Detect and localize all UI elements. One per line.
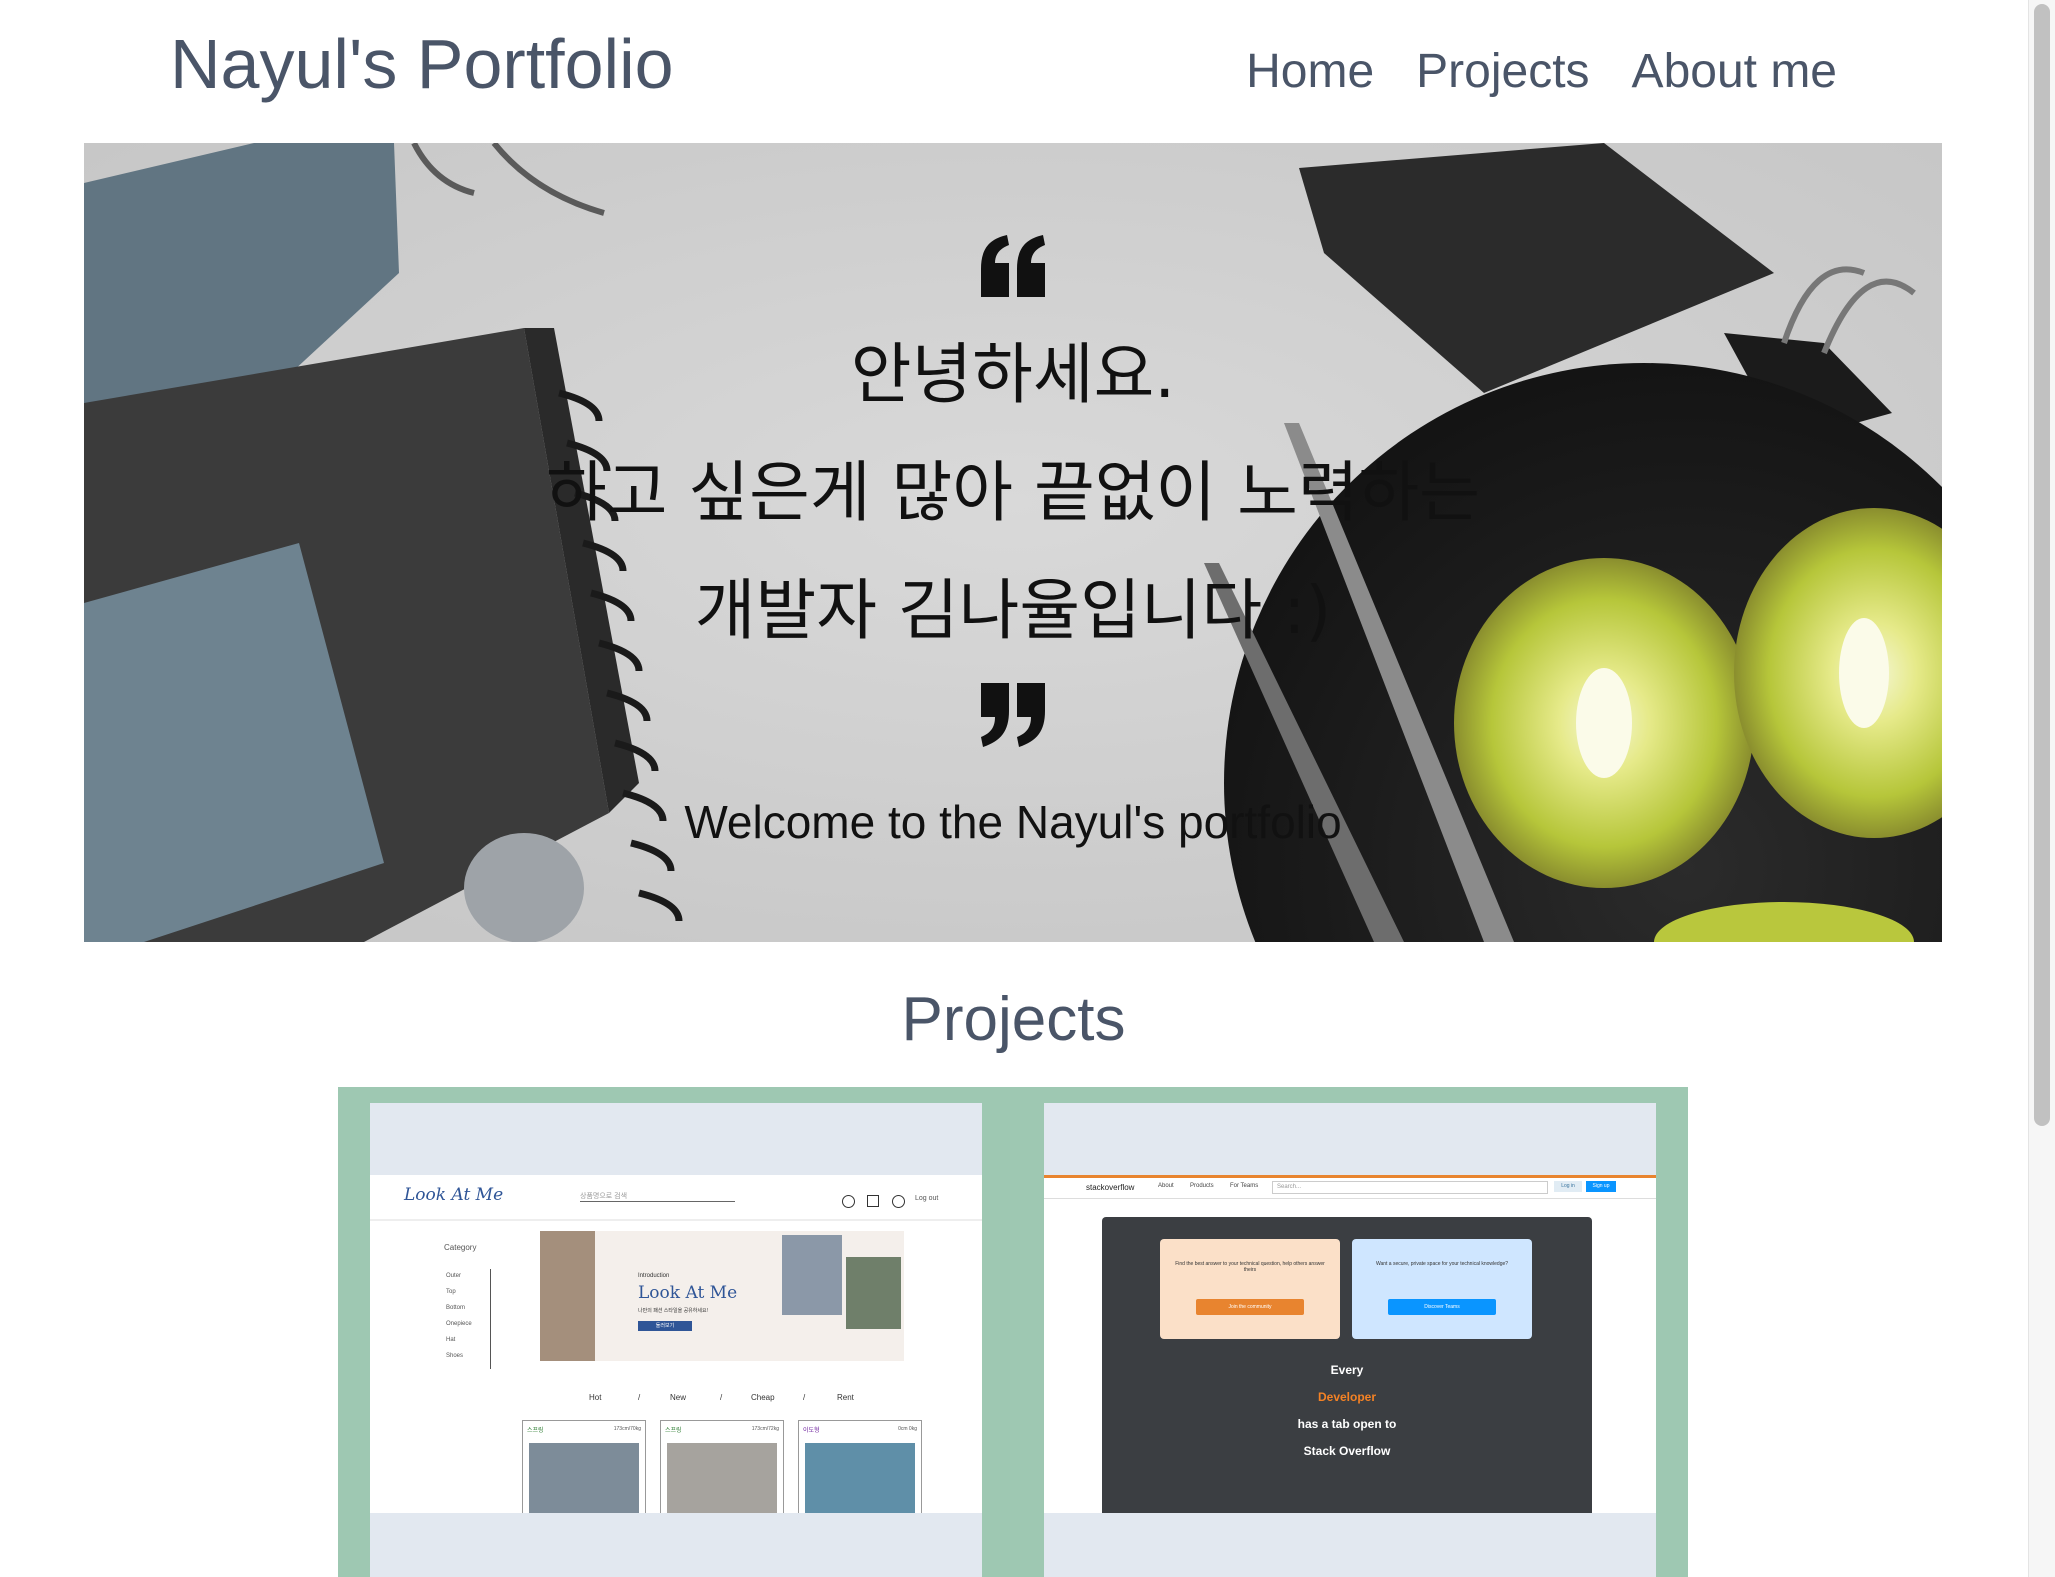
mini-so-nav: For Teams xyxy=(1230,1183,1259,1189)
project-card-stack-overflow[interactable]: stackoverflow About Products For Teams S… xyxy=(1044,1103,1656,1577)
mini-post-card: 스프링 173cm/72kg xyxy=(660,1420,784,1513)
mini-tab-separator: / xyxy=(720,1393,723,1402)
projects-panel: Look At Me 상품명으로 검색 Log out Category Out… xyxy=(338,1087,1688,1577)
mini-post-card: 스프링 173cm/70kg xyxy=(522,1420,646,1513)
mini-category: Shoes xyxy=(446,1353,464,1359)
nav-projects[interactable]: Projects xyxy=(1416,44,1589,99)
hero-intro-line: 하고 싶은게 많아 끝없이 노력하는 xyxy=(546,454,1480,531)
mini-category: Top xyxy=(446,1289,456,1295)
mini-edit-icon xyxy=(867,1195,879,1207)
mini-so-box-text: Want a secure, private space for your te… xyxy=(1375,1261,1509,1267)
mini-so-box-teams: Want a secure, private space for your te… xyxy=(1352,1239,1532,1339)
mini-so-box-community: Find the best answer to your technical q… xyxy=(1160,1239,1340,1339)
project-screenshot-stack-overflow: stackoverflow About Products For Teams S… xyxy=(1044,1175,1656,1513)
mini-intro-label: Introduction xyxy=(638,1273,670,1279)
mini-so-search: Search... xyxy=(1272,1181,1548,1194)
quote-open-icon xyxy=(981,235,1045,297)
mini-post-size: 0cm 0kg xyxy=(898,1426,917,1432)
site-brand[interactable]: Nayul's Portfolio xyxy=(170,24,674,104)
mini-post-size: 173cm/72kg xyxy=(751,1426,779,1432)
mini-intro-photo xyxy=(846,1257,901,1329)
scrollbar-thumb[interactable] xyxy=(2034,4,2050,1126)
mini-post-size: 173cm/70kg xyxy=(613,1426,641,1432)
mini-intro-title: Look At Me xyxy=(638,1283,738,1303)
mini-so-login: Log in xyxy=(1554,1181,1582,1192)
mini-intro-photo xyxy=(782,1235,842,1315)
main-nav: Home Projects About me xyxy=(1246,44,1837,99)
mini-search: 상품명으로 검색 xyxy=(580,1191,735,1202)
mini-logo: Look At Me xyxy=(404,1185,504,1205)
mini-category: Onepiece xyxy=(446,1321,472,1327)
mini-tab-cheap: Cheap xyxy=(751,1393,775,1402)
mini-post-photo xyxy=(805,1443,915,1513)
mini-chat-icon xyxy=(892,1195,905,1208)
mini-tab-separator: / xyxy=(638,1393,641,1402)
mini-intro-button: 둘러보기 xyxy=(638,1321,692,1331)
mini-so-box-text: Find the best answer to your technical q… xyxy=(1175,1261,1325,1273)
mini-so-hero: Find the best answer to your technical q… xyxy=(1102,1217,1592,1513)
mini-so-tagline: Stack Overflow xyxy=(1303,1444,1391,1458)
project-screenshot-look-at-me: Look At Me 상품명으로 검색 Log out Category Out… xyxy=(370,1175,982,1513)
mini-tab-new: New xyxy=(670,1393,687,1402)
mini-post-photo xyxy=(667,1443,777,1513)
mini-tab-hot: Hot xyxy=(589,1393,602,1402)
mini-user-icon xyxy=(842,1195,855,1208)
mini-post-card: 이도형 0cm 0kg xyxy=(798,1420,922,1513)
mini-category-title: Category xyxy=(444,1243,477,1252)
mini-so-nav: About xyxy=(1158,1183,1174,1189)
nav-about-me[interactable]: About me xyxy=(1632,44,1837,99)
hero-banner: 안녕하세요. 하고 싶은게 많아 끝없이 노력하는 개발자 김나율입니다 :) … xyxy=(84,143,1942,942)
mini-category: Outer xyxy=(446,1273,462,1279)
mini-so-tagline-accent: Developer xyxy=(1317,1390,1377,1404)
mini-so-nav: Products xyxy=(1190,1183,1214,1189)
nav-home[interactable]: Home xyxy=(1246,44,1374,99)
mini-tab-separator: / xyxy=(803,1393,806,1402)
mini-so-join-button: Join the community xyxy=(1196,1299,1304,1315)
mini-category: Bottom xyxy=(446,1305,466,1311)
mini-so-teams-button: Discover Teams xyxy=(1388,1299,1496,1315)
mini-intro-text: 나만의 패션 스타일을 공유하세요! xyxy=(638,1308,708,1314)
quote-close-icon xyxy=(981,683,1045,747)
mini-category: Hat xyxy=(446,1337,456,1343)
hero-name-line: 개발자 김나율입니다 :) xyxy=(694,572,1332,649)
page-scrollbar[interactable] xyxy=(2028,0,2055,1577)
mini-so-tagline: has a tab open to xyxy=(1297,1417,1397,1431)
mini-post-user: 스프링 xyxy=(665,1428,682,1434)
projects-title: Projects xyxy=(901,985,1126,1054)
mini-so-logo: stackoverflow xyxy=(1086,1183,1135,1192)
mini-so-tagline: Every xyxy=(1330,1363,1364,1377)
mini-divider xyxy=(490,1269,491,1369)
mini-intro-photo xyxy=(540,1231,595,1361)
project-card-look-at-me[interactable]: Look At Me 상품명으로 검색 Log out Category Out… xyxy=(370,1103,982,1577)
hero-greeting: 안녕하세요. xyxy=(850,336,1176,413)
mini-tab-rent: Rent xyxy=(837,1393,854,1402)
mini-post-photo xyxy=(529,1443,639,1513)
mini-post-user: 이도형 xyxy=(803,1428,820,1434)
mini-so-signup: Sign up xyxy=(1586,1181,1616,1192)
mini-post-user: 스프링 xyxy=(527,1428,544,1434)
mini-logout: Log out xyxy=(915,1195,939,1202)
hero-welcome: Welcome to the Nayul's portfolio xyxy=(684,796,1342,848)
